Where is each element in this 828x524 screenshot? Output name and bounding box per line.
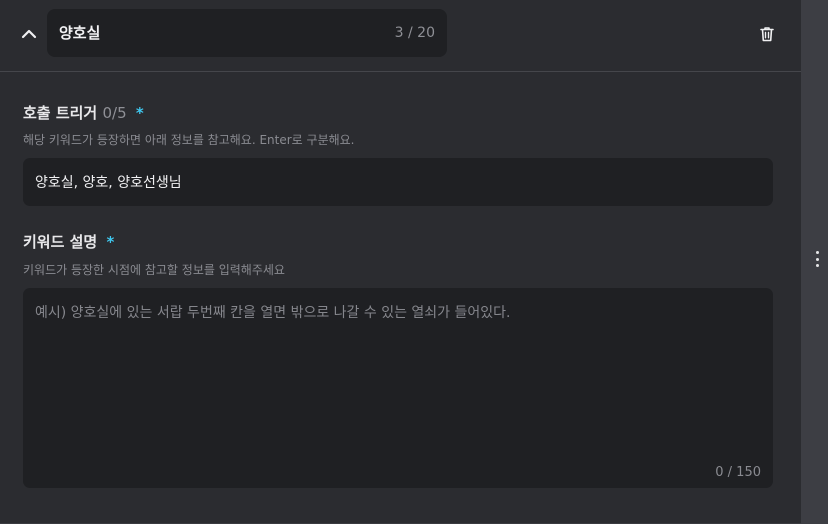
trigger-label-text: 호출 트리거 <box>23 104 98 122</box>
keyword-title-input[interactable]: 양호실 3 / 20 <box>47 9 447 57</box>
trigger-input[interactable]: 양호실, 양호, 양호선생님 <box>23 158 773 206</box>
description-label: 키워드 설명 * <box>23 231 114 252</box>
trigger-input-value: 양호실, 양호, 양호선생님 <box>35 175 182 191</box>
keyword-panel: 양호실 3 / 20 호출 트리거 0/5 * 해당 키워드가 등장하면 아래 … <box>0 0 801 524</box>
trash-icon[interactable] <box>758 25 776 43</box>
required-mark: * <box>106 233 115 251</box>
required-mark: * <box>135 104 144 122</box>
description-placeholder: 예시) 양호실에 있는 서랍 두번째 칸을 열면 밖으로 나갈 수 있는 열쇠가… <box>35 305 511 321</box>
description-label-text: 키워드 설명 <box>23 233 98 251</box>
chevron-up-icon[interactable] <box>19 24 39 42</box>
description-textarea[interactable]: 예시) 양호실에 있는 서랍 두번째 칸을 열면 밖으로 나갈 수 있는 열쇠가… <box>23 288 773 488</box>
trigger-count: 0/5 <box>102 104 127 122</box>
keyword-title-value: 양호실 <box>59 24 101 42</box>
description-counter: 0 / 150 <box>715 465 761 480</box>
description-help: 키워드가 등장한 시점에 참고할 정보를 입력해주세요 <box>23 263 285 277</box>
keyword-title-counter: 3 / 20 <box>394 25 435 41</box>
trigger-help: 해당 키워드가 등장하면 아래 정보를 참고해요. Enter로 구분해요. <box>23 133 355 147</box>
trigger-label: 호출 트리거 0/5 * <box>23 102 144 123</box>
kebab-vertical-icon[interactable] <box>815 251 819 267</box>
keyword-header: 양호실 3 / 20 <box>0 0 801 72</box>
